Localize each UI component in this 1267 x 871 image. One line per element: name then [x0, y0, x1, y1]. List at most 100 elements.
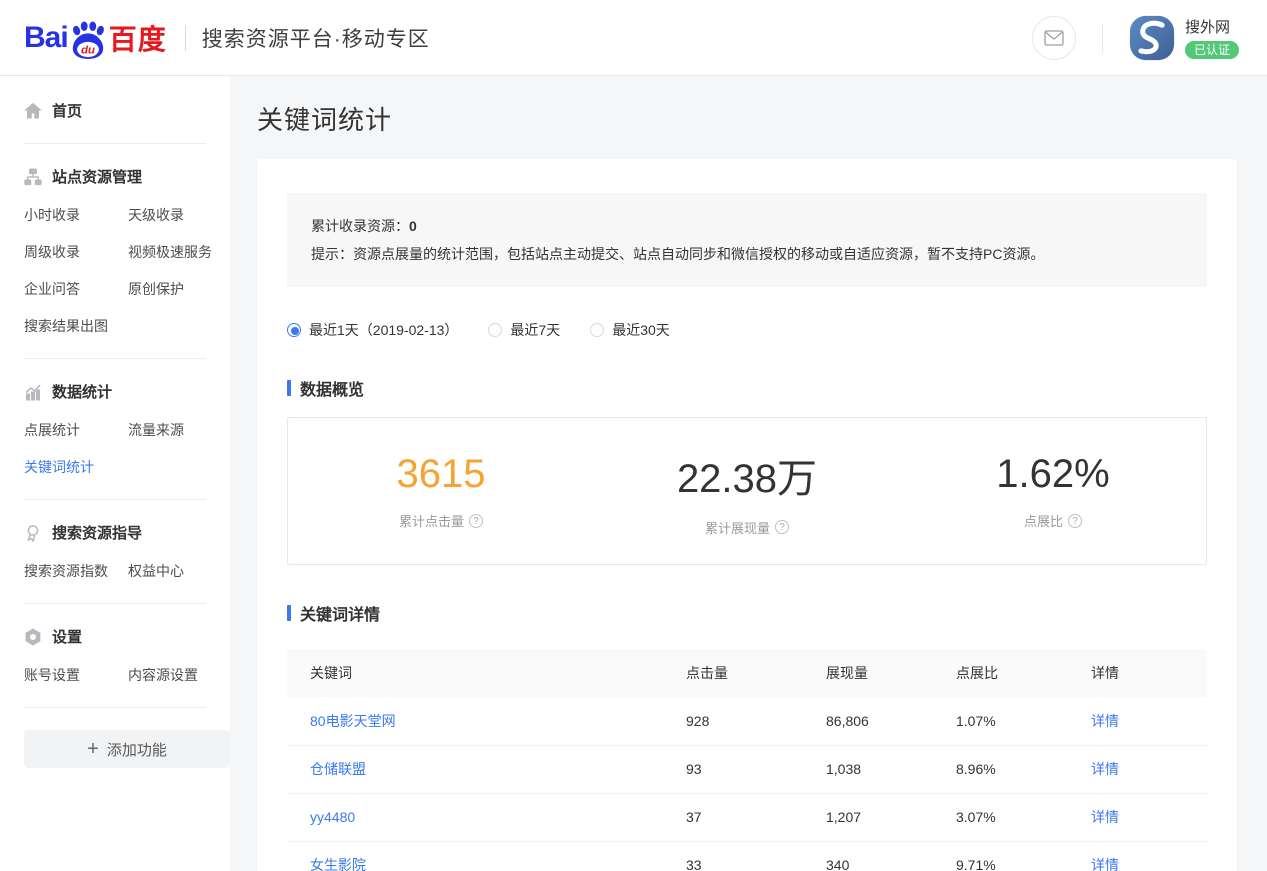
stat-total-impressions: 22.38万 累计展现量 ? [594, 446, 900, 537]
sidebar-item[interactable]: 点展统计 [24, 420, 128, 440]
radio-dot-selected [287, 323, 301, 337]
overview-section-header: 数据概览 [287, 376, 1207, 400]
clicks-cell: 928 [686, 697, 826, 745]
notice-line1-value: 0 [409, 218, 417, 234]
ratio-cell: 9.71% [956, 841, 1091, 871]
keywords-section-header: 关键词详情 [287, 601, 1207, 625]
add-function-label: 添加功能 [107, 739, 167, 760]
overview-section-title: 数据概览 [300, 376, 364, 400]
svg-text:du: du [81, 44, 95, 56]
content-card: 累计收录资源：0 提示：资源点展量的统计范围，包括站点主动提交、站点自动同步和微… [257, 159, 1237, 871]
col-ratio: 点展比 [956, 649, 1091, 697]
impressions-cell: 1,207 [826, 793, 956, 841]
page-title: 关键词统计 [257, 100, 1237, 137]
sidebar-divider [24, 707, 206, 708]
sidebar-item[interactable]: 内容源设置 [128, 665, 230, 685]
baidu-logo[interactable]: Bai du 百度 [24, 18, 167, 58]
radio-last-7-days[interactable]: 最近7天 [488, 320, 560, 340]
keyword-link[interactable]: 仓储联盟 [310, 761, 366, 777]
radio-dot [488, 323, 502, 337]
sidebar-section-items: 点展统计 流量来源 关键词统计 [24, 420, 230, 477]
souwaiwang-logo-icon [1129, 15, 1175, 61]
radio-label: 最近7天 [510, 320, 560, 340]
stat-value: 22.38万 [594, 446, 900, 504]
keyword-link[interactable]: 80电影天堂网 [310, 713, 396, 729]
help-question-icon[interactable]: ? [469, 514, 483, 528]
sidebar-item[interactable]: 企业问答 [24, 279, 128, 299]
impressions-cell: 86,806 [826, 697, 956, 745]
keywords-table: 关键词 点击量 展现量 点展比 详情 80电影天堂网 928 86,806 1.… [287, 649, 1207, 871]
help-question-icon[interactable]: ? [1068, 514, 1082, 528]
sidebar-item[interactable]: 天级收录 [128, 205, 230, 225]
add-function-button[interactable]: + 添加功能 [24, 730, 230, 768]
user-avatar[interactable] [1129, 15, 1175, 61]
radio-last-30-days[interactable]: 最近30天 [590, 320, 670, 340]
sidebar-item-keyword-stats-active[interactable]: 关键词统计 [24, 457, 128, 477]
sidebar-item[interactable]: 视频极速服务 [128, 242, 230, 262]
site-title: 搜索资源平台·移动专区 [202, 23, 430, 53]
sidebar-item[interactable]: 流量来源 [128, 420, 230, 440]
stat-label-text: 累计展现量 [705, 518, 770, 537]
sidebar-section-items: 账号设置 内容源设置 [24, 665, 230, 685]
col-keyword: 关键词 [287, 649, 686, 697]
ratio-cell: 3.07% [956, 793, 1091, 841]
sidebar-divider [24, 499, 206, 500]
stat-label-text: 点展比 [1024, 511, 1063, 530]
sidebar-section-site-resources: 站点资源管理 [24, 166, 230, 187]
col-impressions: 展现量 [826, 649, 956, 697]
sidebar-section-data-stats: 数据统计 [24, 381, 230, 402]
date-range-filter: 最近1天（2019-02-13） 最近7天 最近30天 [287, 320, 1207, 340]
user-name[interactable]: 搜外网 [1185, 16, 1230, 37]
sidebar-divider [24, 603, 206, 604]
sidebar-section-title: 搜索资源指导 [52, 522, 142, 543]
stat-total-clicks: 3615 累计点击量 ? [288, 452, 594, 530]
sidebar-item[interactable]: 账号设置 [24, 665, 128, 685]
clicks-cell: 37 [686, 793, 826, 841]
gear-icon [24, 628, 42, 646]
clicks-cell: 93 [686, 745, 826, 793]
detail-link[interactable]: 详情 [1091, 761, 1119, 777]
stat-label: 累计展现量 ? [594, 518, 900, 537]
impressions-cell: 340 [826, 841, 956, 871]
sidebar-item-home[interactable]: 首页 [24, 100, 230, 121]
logo-text-baidu-cn: 百度 [109, 18, 167, 58]
header-right: 搜外网 已认证 [1032, 15, 1239, 61]
table-row: 女生影院 33 340 9.71% 详情 [287, 841, 1207, 871]
keyword-link[interactable]: yy4480 [310, 809, 355, 825]
sidebar-section-items: 搜索资源指数 权益中心 [24, 561, 230, 581]
envelope-icon [1044, 30, 1064, 46]
verified-badge: 已认证 [1185, 41, 1239, 59]
detail-link[interactable]: 详情 [1091, 809, 1119, 825]
mail-button[interactable] [1032, 16, 1076, 60]
sidebar-divider [24, 358, 206, 359]
home-icon [24, 102, 42, 120]
stat-ctr: 1.62% 点展比 ? [900, 452, 1206, 530]
stat-label-text: 累计点击量 [399, 511, 464, 530]
section-accent-bar [287, 605, 291, 621]
table-row: 80电影天堂网 928 86,806 1.07% 详情 [287, 697, 1207, 745]
sidebar-item[interactable]: 周级收录 [24, 242, 128, 262]
notice-line1-label: 累计收录资源： [311, 218, 409, 234]
bar-chart-icon [24, 383, 42, 401]
sidebar-item[interactable]: 搜索结果出图 [24, 316, 128, 336]
sidebar-item[interactable]: 权益中心 [128, 561, 230, 581]
sidebar-section-title: 数据统计 [52, 381, 112, 402]
sidebar-item[interactable]: 原创保护 [128, 279, 230, 299]
header-divider [1102, 23, 1103, 53]
stat-value: 3615 [288, 452, 594, 497]
top-header: Bai du 百度 搜索资源平台·移动专区 [0, 0, 1267, 76]
help-question-icon[interactable]: ? [775, 520, 789, 534]
sidebar-item[interactable]: 搜索资源指数 [24, 561, 128, 581]
radio-label: 最近1天（2019-02-13） [309, 320, 458, 340]
clicks-cell: 33 [686, 841, 826, 871]
stat-label: 点展比 ? [900, 511, 1206, 530]
radio-last-1-day[interactable]: 最近1天（2019-02-13） [287, 320, 458, 340]
detail-link[interactable]: 详情 [1091, 713, 1119, 729]
sidebar: 首页 站点资源管理 小时收录 天级收录 周级收录 视频极速服务 企业问答 原创保… [0, 76, 230, 871]
stat-label: 累计点击量 ? [288, 511, 594, 530]
ratio-cell: 1.07% [956, 697, 1091, 745]
table-row: 仓储联盟 93 1,038 8.96% 详情 [287, 745, 1207, 793]
detail-link[interactable]: 详情 [1091, 857, 1119, 871]
keyword-link[interactable]: 女生影院 [310, 857, 366, 871]
sidebar-item[interactable]: 小时收录 [24, 205, 128, 225]
